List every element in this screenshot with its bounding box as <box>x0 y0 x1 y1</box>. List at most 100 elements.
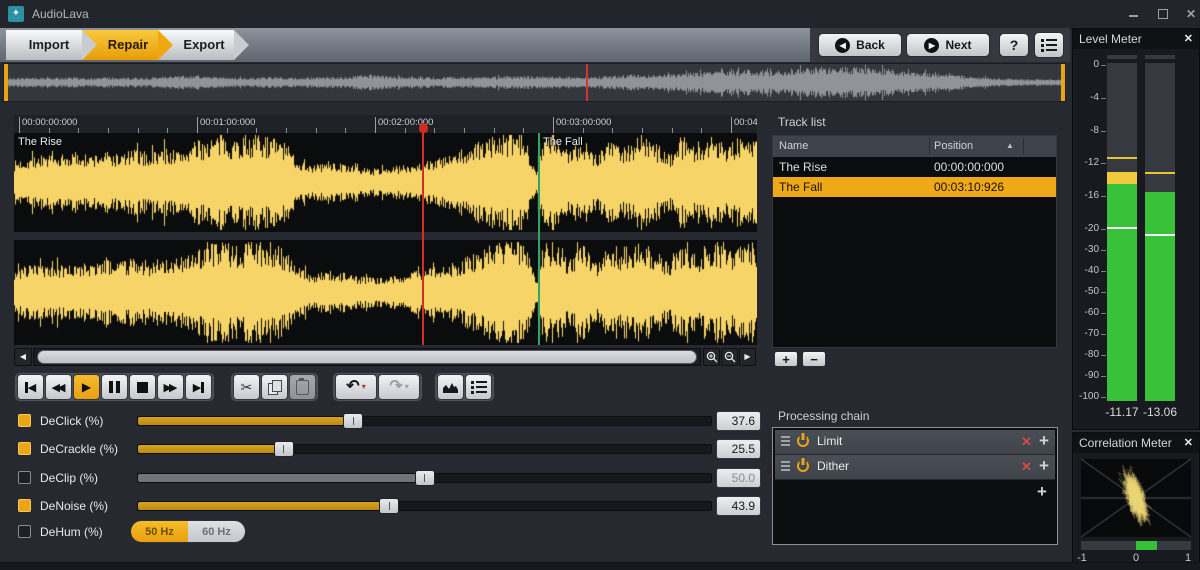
power-icon[interactable] <box>797 460 809 472</box>
log-list-icon <box>471 381 487 394</box>
scrollbar-thumb[interactable] <box>37 350 697 364</box>
overview-start-marker[interactable] <box>4 64 8 101</box>
decrackle-value[interactable]: 25.5 <box>716 439 761 459</box>
maximize-button[interactable] <box>1152 6 1174 22</box>
track-row-the-fall[interactable]: The Fall 00:03:10:926 <box>773 177 1056 197</box>
sort-ascending-icon: ▲ <box>1006 141 1014 150</box>
waveform-editor: 00:00:00:00000:01:00:00000:02:00:00000:0… <box>14 115 757 345</box>
declick-slider-track[interactable] <box>137 416 712 426</box>
skip-start-arrow: ◀ <box>28 381 36 394</box>
pause-icon <box>109 381 120 393</box>
skip-end-icon <box>201 382 204 393</box>
menu-button[interactable] <box>1034 32 1064 58</box>
plus-icon: + <box>782 353 790 366</box>
declip-value[interactable]: 50.0 <box>716 468 761 488</box>
remove-track-button[interactable]: − <box>802 351 826 367</box>
level-meter-title: Level Meter <box>1079 32 1142 46</box>
declick-value[interactable]: 37.6 <box>716 411 761 431</box>
processing-chain-panel: Limit ✕ + Dither ✕ + + <box>772 427 1058 545</box>
denoise-value[interactable]: 43.9 <box>716 496 761 516</box>
denoise-checkbox[interactable] <box>18 499 31 512</box>
back-label: Back <box>856 38 885 52</box>
track-position: 00:00:00:000 <box>934 160 1004 174</box>
drag-handle-icon[interactable] <box>781 461 790 471</box>
skip-end-button[interactable]: ▶ <box>185 374 212 400</box>
statistics-icon <box>442 381 459 393</box>
chain-item-limit[interactable]: Limit ✕ + <box>775 430 1055 455</box>
overview-end-marker[interactable] <box>1061 64 1065 101</box>
waveform-scrollbar[interactable] <box>33 348 701 366</box>
level-scale-label: -4 <box>1073 92 1099 103</box>
play-button[interactable]: ▶ <box>73 374 100 400</box>
help-button[interactable]: ? <box>999 33 1029 57</box>
power-icon[interactable] <box>797 435 809 447</box>
add-effect-icon[interactable]: + <box>1039 456 1049 476</box>
minimize-button[interactable] <box>1122 6 1144 22</box>
rewind-button[interactable]: ◀◀ <box>45 374 72 400</box>
overview-waveform-strip[interactable] <box>3 63 1066 102</box>
stop-button[interactable] <box>129 374 156 400</box>
pause-button[interactable] <box>101 374 128 400</box>
wizard-toolbar: Import Repair Export ◀ Back ▶ Next ? <box>0 28 1070 62</box>
decrackle-slider-track[interactable] <box>137 444 712 454</box>
add-track-button[interactable]: + <box>774 351 798 367</box>
fast-forward-button[interactable]: ▶▶ <box>157 374 184 400</box>
track-list-table: Name Position ▲ The Rise 00:00:00:000 Th… <box>772 135 1057 348</box>
dehum-50hz-button[interactable]: 50 Hz <box>130 520 189 543</box>
level-meter-close-icon[interactable]: ✕ <box>1184 32 1193 45</box>
correlation-meter-close-icon[interactable]: ✕ <box>1184 436 1193 449</box>
statistics-button[interactable] <box>437 374 464 400</box>
menu-list-icon <box>1041 39 1057 52</box>
decrackle-checkbox[interactable] <box>18 442 31 455</box>
declip-slider-handle[interactable] <box>415 470 435 486</box>
column-position[interactable]: Position <box>934 140 973 152</box>
drag-handle-icon[interactable] <box>781 436 790 446</box>
waveform-channel-right[interactable] <box>14 240 757 345</box>
level-scale-label: -50 <box>1073 286 1099 297</box>
playhead-marker[interactable] <box>419 123 428 133</box>
waveform-channel-left[interactable] <box>14 133 757 232</box>
scroll-right-button[interactable]: ▶ <box>739 348 756 366</box>
declip-checkbox[interactable] <box>18 471 31 484</box>
column-name[interactable]: Name <box>779 140 808 152</box>
chain-item-label: Limit <box>817 434 842 448</box>
close-button[interactable]: ✕ <box>1180 6 1200 22</box>
log-list-button[interactable] <box>465 374 492 400</box>
undo-button[interactable]: ↶▾ <box>335 374 377 400</box>
declick-slider-handle[interactable] <box>343 413 363 429</box>
denoise-slider-track[interactable] <box>137 501 712 511</box>
tab-import[interactable]: Import <box>6 30 82 60</box>
redo-button[interactable]: ↷▾ <box>378 374 420 400</box>
chain-item-dither[interactable]: Dither ✕ + <box>775 455 1055 480</box>
app-icon: ✦ <box>8 6 24 22</box>
paste-button[interactable] <box>289 374 316 400</box>
declip-label: DeClip (%) <box>40 471 98 485</box>
dehum-60hz-button[interactable]: 60 Hz <box>188 520 246 543</box>
scroll-left-button[interactable]: ◀ <box>14 348 32 366</box>
next-button[interactable]: ▶ Next <box>906 33 990 57</box>
level-scale-label: -12 <box>1073 157 1099 168</box>
zoom-out-button[interactable] <box>721 348 738 366</box>
add-effect-icon[interactable]: + <box>1039 431 1049 451</box>
append-effect-button[interactable]: + <box>1037 482 1047 502</box>
zoom-in-button[interactable] <box>703 348 720 366</box>
declick-checkbox[interactable] <box>18 414 31 427</box>
denoise-slider-handle[interactable] <box>379 498 399 514</box>
remove-effect-icon[interactable]: ✕ <box>1021 459 1032 475</box>
track-list-header[interactable]: Name Position ▲ <box>773 136 1056 157</box>
transport-controls: ◀ ◀◀ ▶ ▶▶ ▶ <box>14 372 215 402</box>
remove-effect-icon[interactable]: ✕ <box>1021 434 1032 450</box>
cut-button[interactable]: ✂ <box>233 374 260 400</box>
tab-import-arrow <box>82 30 97 60</box>
close-icon: ✕ <box>1186 7 1196 21</box>
back-button[interactable]: ◀ Back <box>818 33 902 57</box>
dehum-checkbox[interactable] <box>18 525 31 538</box>
decrackle-slider-handle[interactable] <box>274 441 294 457</box>
timeline-ruler[interactable]: 00:00:00:00000:01:00:00000:02:00:00000:0… <box>14 115 757 133</box>
track-position: 00:03:10:926 <box>934 180 1004 194</box>
minus-icon: − <box>810 353 818 366</box>
skip-start-button[interactable]: ◀ <box>17 374 44 400</box>
copy-button[interactable] <box>261 374 288 400</box>
track-row-the-rise[interactable]: The Rise 00:00:00:000 <box>773 157 1056 177</box>
zoom-in-icon <box>706 351 718 363</box>
